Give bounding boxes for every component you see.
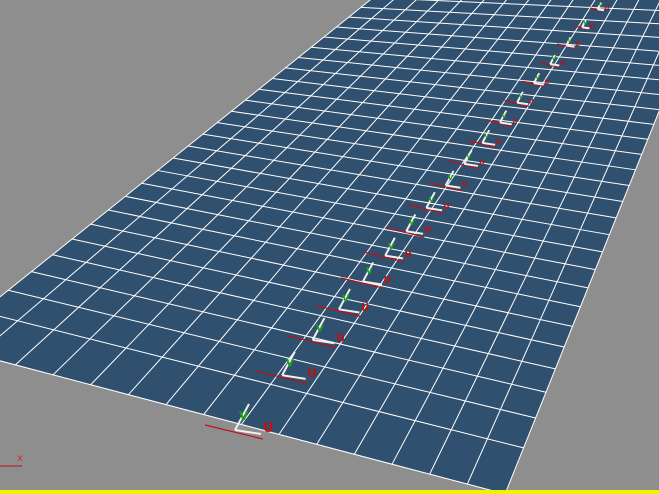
u-axis-arrow	[581, 26, 590, 30]
u-label: U	[496, 139, 501, 146]
u-label: U	[361, 303, 369, 314]
u-label: U	[383, 275, 391, 286]
u-label: U	[605, 5, 610, 12]
u-label: U	[307, 366, 317, 380]
u-label: U	[590, 23, 595, 30]
u-label: U	[479, 159, 485, 167]
u-label: U	[404, 250, 411, 260]
plane-surface	[0, 0, 659, 494]
u-label: U	[443, 202, 449, 211]
v-label: V	[535, 74, 540, 81]
v-label: V	[599, 2, 604, 9]
v-label: V	[388, 241, 395, 251]
u-label: U	[461, 180, 467, 189]
perspective-scene[interactable]: UVUVUVUVUVUVUVUVUVUVUVUVUVUVUVUVUVUV	[0, 0, 659, 494]
u-axis-arrow	[566, 44, 575, 48]
v-label: V	[286, 356, 295, 369]
grid-plane[interactable]	[0, 0, 659, 494]
u-label: U	[529, 98, 534, 105]
v-label: V	[552, 56, 557, 63]
v-label: V	[448, 174, 454, 182]
v-label: V	[366, 267, 373, 277]
v-label: V	[316, 323, 324, 334]
v-label: V	[484, 133, 489, 140]
u-label: U	[575, 41, 580, 48]
u-label: U	[513, 118, 518, 125]
active-viewport-border	[0, 490, 659, 494]
u-label: U	[545, 79, 550, 86]
u-label: U	[336, 332, 345, 345]
v-label: V	[239, 409, 249, 423]
v-label: V	[519, 93, 524, 100]
3d-viewport[interactable]: UVUVUVUVUVUVUVUVUVUVUVUVUVUVUVUVUVUV x	[0, 0, 659, 494]
u-label: U	[424, 225, 431, 235]
v-label: V	[342, 293, 350, 304]
u-label: U	[263, 421, 274, 436]
v-label: V	[568, 37, 573, 44]
world-axis-x-label: x	[17, 453, 23, 464]
v-label: V	[466, 154, 471, 161]
u-label: U	[560, 60, 565, 67]
v-label: V	[429, 195, 435, 204]
u-axis-arrow	[550, 63, 560, 67]
v-label: V	[583, 19, 588, 26]
v-label: V	[409, 218, 415, 227]
v-label: V	[502, 113, 507, 120]
